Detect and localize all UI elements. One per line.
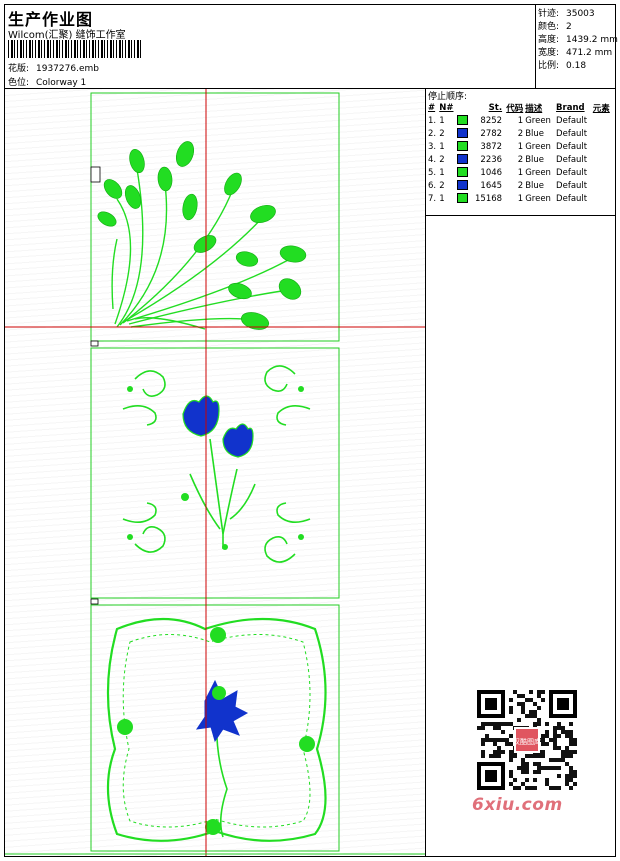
qr-code: 汉酷图库 — [474, 687, 580, 793]
qr-badge-text: 汉酷图库 — [513, 737, 541, 746]
table-row: 4. 2 2236 2 Blue Default — [428, 154, 588, 165]
company-name: Wilcom(汇聚) 缝饰工作室 — [8, 30, 126, 41]
color-swatch — [457, 167, 469, 178]
colorway-label: 色位: — [8, 78, 30, 88]
stat-height: 高度: 1439.2 mm — [538, 35, 618, 45]
frame-marker — [90, 598, 99, 605]
design-preview-canvas[interactable] — [5, 89, 426, 856]
design-stats: 针迹: 35003 颜色: 2 高度: 1439.2 mm 宽度: 471.2 mm 比… — [536, 5, 618, 89]
table-header-row: # N# St. 代码 描述 Brand 元素 — [428, 102, 610, 114]
worksheet-header: 生产作业图 Wilcom(汇聚) 缝饰工作室 花版: 1937276.emb 色位… — [5, 5, 536, 89]
tulip-design — [122, 365, 311, 563]
color-swatch — [457, 180, 469, 191]
frame-marker — [90, 340, 99, 347]
stat-colors: 颜色: 2 — [538, 22, 572, 32]
color-swatch — [457, 128, 469, 139]
embroidery-preview — [5, 89, 425, 856]
table-row: 3. 1 3872 1 Green Default — [428, 141, 588, 152]
color-stop-table: # N# St. 代码 描述 Brand 元素 1. 1 8252 1 Green Def… — [427, 101, 613, 205]
table-row: 1. 1 8252 1 Green Default — [428, 115, 588, 126]
frame-marker — [90, 166, 101, 183]
colorway-value: Colorway 1 — [36, 78, 87, 88]
design-file-value: 1937276.emb — [36, 64, 99, 74]
table-row: 2. 2 2782 2 Blue Default — [428, 128, 588, 139]
table-row: 7. 1 15168 1 Green Default — [428, 193, 588, 204]
design-file-row: 花版: 1937276.emb — [8, 61, 99, 74]
colorway-row: 色位: Colorway 1 — [8, 75, 86, 88]
design-file-label: 花版: — [8, 64, 30, 74]
leaf-shapes — [97, 141, 307, 330]
floral-frame-design — [106, 617, 327, 842]
tulip-bloom-1 — [182, 395, 220, 437]
tulip-bloom-2 — [222, 423, 254, 458]
stat-width: 宽度: 471.2 mm — [538, 48, 613, 58]
watermark-site: 6xiu.com — [472, 795, 563, 815]
barcode — [8, 40, 143, 58]
stat-stitches: 针迹: 35003 — [538, 9, 595, 19]
production-worksheet: 生产作业图 Wilcom(汇聚) 缝饰工作室 花版: 1937276.emb 色位… — [4, 4, 618, 857]
color-swatch — [457, 115, 469, 126]
stat-scale: 比例: 0.18 — [538, 61, 587, 71]
color-swatch — [457, 193, 469, 204]
table-row: 5. 1 1046 1 Green Default — [428, 167, 588, 178]
table-row: 6. 2 1645 2 Blue Default — [428, 180, 588, 191]
table-divider — [426, 215, 615, 216]
color-swatch — [457, 141, 469, 152]
stop-sequence-panel: 停止顺序: # N# St. 代码 描述 Brand 元素 1. 1 8252 1 Gr… — [426, 89, 615, 856]
color-swatch — [457, 154, 469, 165]
